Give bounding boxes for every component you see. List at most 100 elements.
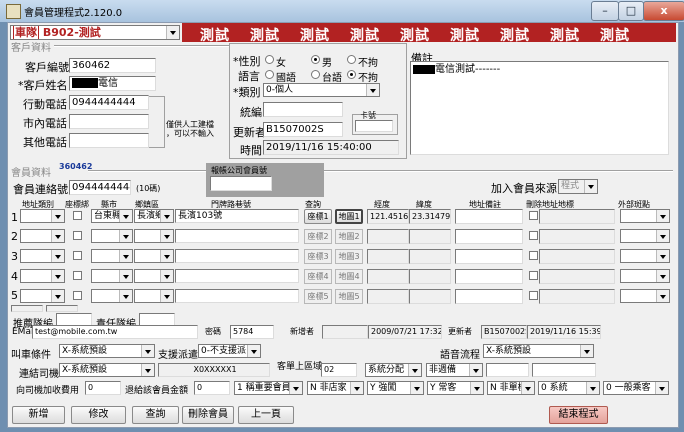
addr-type-combo[interactable] — [20, 249, 65, 263]
county-combo[interactable]: 台東縣 — [91, 209, 133, 223]
county-combo[interactable] — [91, 269, 133, 283]
gender-any-radio[interactable] — [347, 55, 356, 64]
lang-any-radio[interactable] — [347, 70, 356, 79]
category-combo[interactable]: 0-個人 — [263, 83, 380, 97]
town-combo[interactable] — [134, 289, 174, 303]
coord-bind-checkbox[interactable] — [73, 291, 82, 300]
map-button[interactable]: 地圖4 — [335, 269, 363, 284]
external-combo[interactable] — [620, 249, 670, 263]
mobile-field[interactable]: 0944444444 — [69, 95, 149, 110]
extra-input-field[interactable] — [532, 363, 596, 377]
taxid-field[interactable] — [263, 102, 343, 117]
other-phone-field[interactable] — [69, 133, 149, 148]
map-button[interactable]: 地圖5 — [335, 289, 363, 304]
gender-female-radio[interactable] — [265, 55, 274, 64]
assign-combo[interactable]: 系統分配 — [365, 363, 422, 377]
prev-page-button[interactable]: 上一頁 — [238, 406, 294, 424]
company-member-field[interactable] — [210, 176, 272, 191]
external-combo[interactable] — [620, 209, 670, 223]
coord-button[interactable]: 座標3 — [304, 249, 332, 264]
password-field[interactable]: 5784 — [230, 325, 274, 339]
addr-type-combo[interactable] — [20, 229, 65, 243]
edit-button[interactable]: 修改 — [71, 406, 126, 424]
fee-field[interactable]: 0 — [85, 381, 121, 395]
addr-type-combo[interactable] — [20, 269, 65, 283]
extra-input-field[interactable] — [486, 363, 529, 377]
addr-memo-field[interactable] — [455, 289, 523, 304]
support-combo[interactable]: 0-不支援派 — [198, 344, 261, 358]
coord-bind-checkbox[interactable] — [73, 271, 82, 280]
delete-member-button[interactable]: 刪除會員 — [182, 406, 234, 424]
coord-button[interactable]: 座標1 — [304, 209, 332, 224]
town-combo[interactable] — [134, 249, 174, 263]
customer-name-field[interactable]: 電信 — [69, 76, 156, 91]
remarks-field[interactable]: 電信測試------- — [410, 61, 669, 155]
coord-button[interactable]: 座標2 — [304, 229, 332, 244]
town-combo[interactable] — [134, 229, 174, 243]
exit-button[interactable]: 結束程式 — [549, 406, 608, 424]
addr-memo-field[interactable] — [455, 269, 523, 284]
county-combo[interactable] — [91, 229, 133, 243]
street-field[interactable] — [175, 269, 299, 283]
county-combo[interactable] — [91, 249, 133, 263]
area-field[interactable]: 02 — [321, 363, 357, 377]
home-phone-field[interactable] — [69, 114, 149, 129]
force-combo[interactable]: Y 強闖 — [367, 381, 424, 395]
delete-addr-checkbox[interactable] — [529, 251, 538, 260]
coord-bind-checkbox[interactable] — [73, 251, 82, 260]
addr-type-combo[interactable] — [20, 209, 65, 223]
gender-male-radio[interactable] — [311, 55, 320, 64]
close-button[interactable]: x — [643, 1, 684, 21]
lang-mandarin-radio[interactable] — [265, 70, 274, 79]
delete-addr-checkbox[interactable] — [529, 211, 538, 220]
voice-combo[interactable]: X-系統預設 — [483, 344, 594, 358]
addr-memo-field[interactable] — [455, 229, 523, 244]
addr-memo-field[interactable] — [455, 209, 523, 224]
refund-field[interactable]: 0 — [194, 381, 230, 395]
coord-button[interactable]: 座標4 — [304, 269, 332, 284]
passenger-combo[interactable]: 0 一般乘客 — [603, 381, 669, 395]
customer-id-field[interactable]: 360462 — [69, 58, 156, 73]
map-button[interactable]: 地圖3 — [335, 249, 363, 264]
town-combo[interactable] — [134, 269, 174, 283]
system-combo[interactable]: 0 系統 — [538, 381, 600, 395]
single-combo[interactable]: N 非單模 — [487, 381, 535, 395]
addr-type-combo[interactable] — [20, 289, 65, 303]
source-combo[interactable]: 程式 — [558, 179, 598, 194]
coord-bind-checkbox[interactable] — [73, 231, 82, 240]
delete-addr-checkbox[interactable] — [529, 291, 538, 300]
card-field[interactable] — [355, 120, 393, 132]
backup-combo[interactable]: 非週備 — [426, 363, 483, 377]
external-combo[interactable] — [620, 229, 670, 243]
latitude-field — [409, 249, 451, 264]
external-combo[interactable] — [620, 269, 670, 283]
addr-memo-field[interactable] — [455, 249, 523, 264]
link-driver-combo[interactable]: X-系統預設 — [59, 363, 155, 377]
coord-button[interactable]: 座標5 — [304, 289, 332, 304]
town-combo[interactable]: 長濱鄉 — [134, 209, 174, 223]
add-button[interactable]: 新增 — [12, 406, 65, 424]
minimize-button[interactable]: – — [591, 1, 619, 21]
lang-taiwanese-radio[interactable] — [311, 70, 320, 79]
member-phone-field[interactable]: 0944444444 — [69, 180, 131, 195]
street-field[interactable] — [175, 249, 299, 263]
external-combo[interactable] — [620, 289, 670, 303]
street-field[interactable]: 長濱103號 — [175, 209, 299, 223]
store-combo[interactable]: N 非店家 — [307, 381, 364, 395]
delete-addr-checkbox[interactable] — [529, 271, 538, 280]
updater-field[interactable]: B1507002S — [263, 122, 343, 137]
regular-combo[interactable]: Y 常客 — [427, 381, 484, 395]
dispatch-cond-combo[interactable]: X-系統預設 — [59, 344, 155, 358]
street-field[interactable] — [175, 289, 299, 303]
coord-bind-checkbox[interactable] — [73, 211, 82, 220]
map-button[interactable]: 地圖2 — [335, 229, 363, 244]
map-button[interactable]: 地圖1 — [335, 209, 363, 224]
county-combo[interactable] — [91, 289, 133, 303]
maximize-button[interactable]: □ — [618, 1, 644, 21]
fleet-combo[interactable]: 車隊 B902-測試 — [10, 25, 180, 40]
email-field[interactable]: test@mobile.com.tw — [32, 325, 198, 339]
delete-addr-checkbox[interactable] — [529, 231, 538, 240]
vip-combo[interactable]: 1 稱重要會員 — [234, 381, 303, 395]
search-button[interactable]: 查詢 — [132, 406, 179, 424]
street-field[interactable] — [175, 229, 299, 243]
